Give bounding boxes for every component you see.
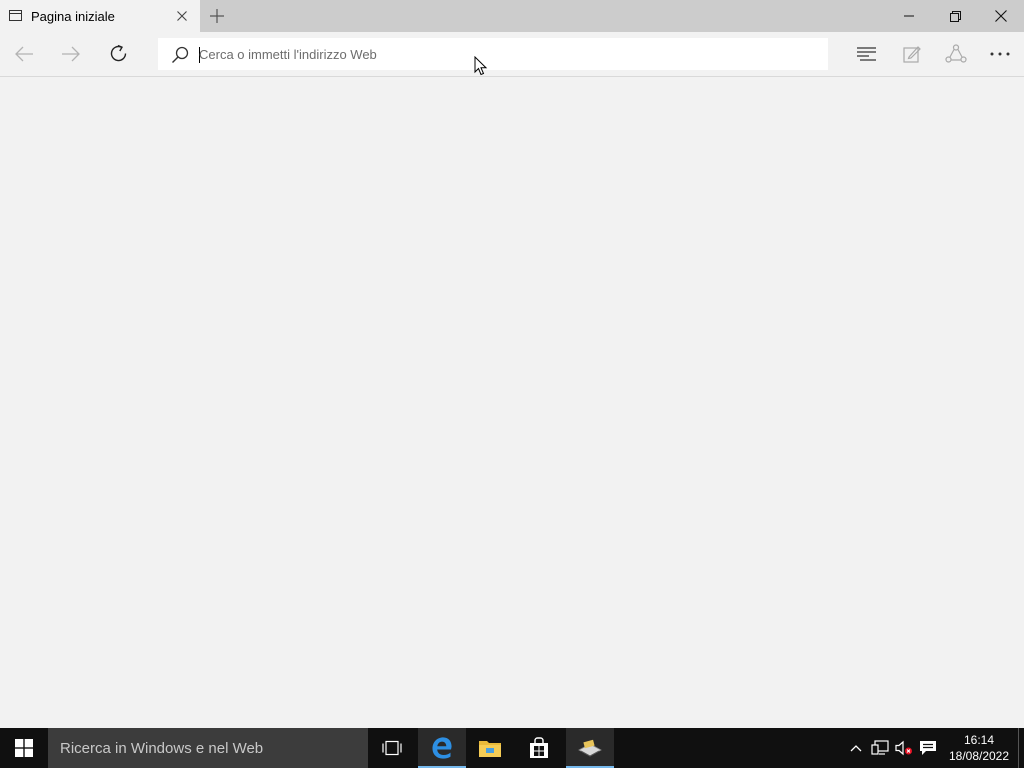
network-icon[interactable] <box>870 738 890 758</box>
taskbar-search-placeholder: Ricerca in Windows e nel Web <box>60 740 264 757</box>
show-desktop-button[interactable] <box>1018 728 1024 768</box>
file-explorer-button[interactable] <box>466 728 514 768</box>
forward-button[interactable] <box>51 36 91 72</box>
taskbar-search-box[interactable]: Ricerca in Windows e nel Web <box>48 728 368 768</box>
hub-button[interactable] <box>847 36 887 72</box>
arrow-right-icon <box>62 46 80 62</box>
arrow-left-icon <box>15 46 33 62</box>
tab-title: Pagina iniziale <box>31 9 115 24</box>
new-tab-button[interactable] <box>204 4 230 28</box>
plus-icon <box>210 9 224 23</box>
more-icon <box>990 52 1010 56</box>
refresh-button[interactable] <box>99 36 139 72</box>
web-note-icon <box>903 46 921 63</box>
address-input[interactable] <box>199 39 809 69</box>
minimize-button[interactable] <box>886 0 932 32</box>
close-icon <box>995 10 1007 22</box>
task-view-icon <box>382 740 402 756</box>
tab-pagina-iniziale[interactable]: Pagina iniziale <box>0 0 200 32</box>
restore-icon <box>949 10 961 22</box>
windows-logo-icon <box>15 739 33 757</box>
tab-close-icon[interactable] <box>172 6 192 26</box>
volume-muted-icon[interactable] <box>894 738 914 758</box>
clock-date: 18/08/2022 <box>948 749 1010 763</box>
title-bar: Pagina iniziale <box>0 0 1024 32</box>
more-button[interactable] <box>980 36 1020 72</box>
minimize-icon <box>904 15 914 17</box>
web-note-button[interactable] <box>892 36 932 72</box>
address-bar[interactable] <box>158 38 828 70</box>
restore-button[interactable] <box>932 0 978 32</box>
close-window-button[interactable] <box>978 0 1024 32</box>
task-view-button[interactable] <box>368 728 416 768</box>
search-icon <box>171 46 189 64</box>
navigation-toolbar <box>0 32 1024 77</box>
running-app-button[interactable] <box>566 728 614 768</box>
share-icon <box>945 44 967 63</box>
refresh-icon <box>110 44 127 62</box>
notifications-icon[interactable] <box>918 738 938 758</box>
back-button[interactable] <box>4 36 44 72</box>
page-content[interactable] <box>0 78 1024 728</box>
chevron-up-icon[interactable] <box>846 738 866 758</box>
clock[interactable]: 16:14 18/08/2022 <box>946 732 1012 764</box>
share-button[interactable] <box>936 36 976 72</box>
app-icon <box>578 739 602 757</box>
edge-taskbar-button[interactable] <box>418 728 466 768</box>
start-button[interactable] <box>0 728 48 768</box>
hub-icon <box>857 47 876 61</box>
edge-icon <box>432 737 452 759</box>
page-icon <box>9 10 22 21</box>
taskbar: Ricerca in Windows e nel Web 16:14 18/08… <box>0 728 1024 768</box>
store-button[interactable] <box>515 728 563 768</box>
store-icon <box>530 737 548 758</box>
clock-time: 16:14 <box>963 733 995 747</box>
mouse-cursor-icon <box>474 56 488 76</box>
file-explorer-icon <box>479 741 501 757</box>
